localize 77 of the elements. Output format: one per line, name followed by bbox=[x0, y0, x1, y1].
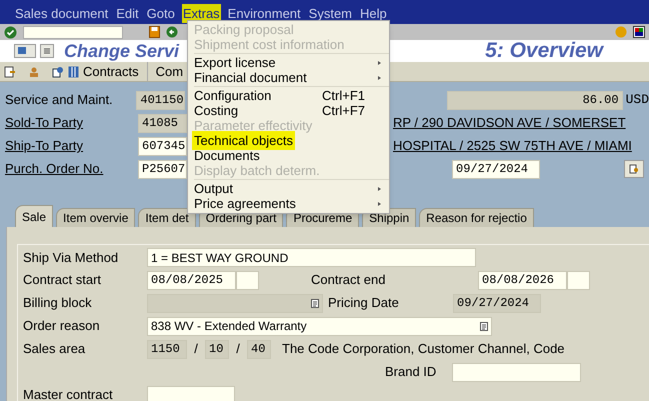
save-icon[interactable] bbox=[149, 26, 160, 38]
submenu-arrow-icon bbox=[378, 76, 381, 80]
menu-bar-item[interactable]: Help bbox=[359, 4, 388, 23]
details-icon bbox=[629, 164, 639, 174]
address-text: RP / 290 DAVIDSON AVE / SOMERSET bbox=[393, 114, 626, 132]
toolbar-button[interactable]: Com bbox=[156, 62, 184, 82]
submenu-arrow-icon bbox=[378, 186, 381, 190]
field-label: Brand ID bbox=[385, 363, 438, 382]
menu-item[interactable]: Export license bbox=[194, 55, 389, 70]
input-field[interactable]: 08/08/2026 bbox=[478, 270, 567, 290]
submenu-arrow-icon bbox=[378, 60, 381, 64]
input-field[interactable]: 1150 bbox=[147, 340, 187, 358]
address-text: HOSPITAL / 2525 SW 75TH AVE / MIAMI bbox=[393, 137, 632, 156]
input-field[interactable]: 41085 bbox=[138, 114, 187, 132]
menu-item[interactable]: Costing Ctrl+F7 bbox=[194, 103, 389, 118]
menu-bar-item[interactable]: Edit bbox=[115, 4, 140, 23]
documents-icon[interactable] bbox=[52, 66, 64, 78]
submenu-arrow-icon bbox=[378, 202, 381, 206]
layout-icon[interactable] bbox=[633, 26, 645, 38]
menu-bar-item[interactable]: Sales document bbox=[14, 4, 110, 23]
field-label: Contract start bbox=[23, 271, 102, 290]
input-field[interactable]: 401150 bbox=[136, 90, 185, 110]
check-icon[interactable] bbox=[4, 26, 17, 38]
input-field[interactable]: 607345 bbox=[138, 136, 187, 156]
details-button[interactable] bbox=[624, 160, 644, 178]
input-field[interactable]: 10 bbox=[205, 340, 229, 358]
field-label: Pricing Date bbox=[328, 294, 400, 312]
dropdown-field[interactable] bbox=[147, 294, 323, 312]
field-label: Master contract bbox=[23, 386, 114, 401]
menu-bar-item[interactable]: System bbox=[308, 4, 353, 23]
command-field[interactable] bbox=[23, 26, 123, 38]
input-field[interactable] bbox=[567, 270, 590, 290]
field-label: Sales area bbox=[23, 340, 86, 358]
menu-item[interactable]: Financial document bbox=[194, 70, 389, 85]
back-icon[interactable] bbox=[166, 26, 178, 38]
ship-to-link[interactable]: Ship-To Party bbox=[5, 136, 138, 156]
input-field[interactable]: 40 bbox=[247, 340, 271, 358]
table-icon[interactable] bbox=[68, 66, 79, 78]
sold-to-link[interactable]: Sold-To Party bbox=[5, 113, 138, 133]
purchase-order-link[interactable]: Purch. Order No. bbox=[5, 159, 138, 179]
screen-title: Change Servi bbox=[64, 40, 180, 63]
tab[interactable]: Item overvie bbox=[56, 208, 136, 227]
net-value-field[interactable]: 86.00 bbox=[446, 90, 623, 110]
list-icon[interactable] bbox=[40, 44, 54, 58]
input-field[interactable]: 08/08/2025 bbox=[147, 270, 236, 290]
menu-item[interactable]: Documents bbox=[194, 148, 389, 163]
document-icon[interactable] bbox=[4, 66, 16, 78]
input-field[interactable] bbox=[236, 270, 259, 290]
tab[interactable]: Item det bbox=[138, 208, 196, 227]
field-label: Order reason bbox=[23, 317, 101, 336]
dropdown-icon[interactable] bbox=[480, 322, 488, 330]
screen-icon[interactable] bbox=[14, 44, 36, 58]
dropdown-field[interactable]: 838 WV - Extended Warranty bbox=[147, 316, 492, 336]
separator-text: / bbox=[235, 340, 241, 358]
field-label: Billing block bbox=[23, 294, 93, 312]
menu-item[interactable]: Output bbox=[194, 181, 389, 196]
field-label: Service and Maint. bbox=[5, 91, 114, 110]
sales-area-text: The Code Corporation, Customer Channel, Code bbox=[282, 340, 565, 358]
contracts-button[interactable]: Contracts bbox=[83, 62, 148, 82]
menu-item[interactable]: Price agreements bbox=[194, 196, 389, 211]
field-label: Ship Via Method bbox=[23, 248, 120, 267]
menu-item[interactable]: Configuration Ctrl+F1 bbox=[194, 88, 389, 103]
screen-title: 5: Overview bbox=[485, 38, 603, 64]
currency-text: USD bbox=[626, 91, 649, 110]
input-field[interactable]: P25607 bbox=[138, 160, 187, 178]
tab[interactable]: Sale bbox=[15, 205, 54, 227]
input-field[interactable] bbox=[147, 386, 235, 401]
date-field[interactable]: 09/27/2024 bbox=[452, 160, 540, 178]
separator-text: / bbox=[193, 340, 199, 358]
menu-bar-item[interactable]: Goto bbox=[146, 4, 176, 23]
input-field[interactable]: 1 = BEST WAY GROUND bbox=[147, 248, 476, 267]
field-label: Contract end bbox=[311, 271, 386, 290]
menu-bar-item[interactable]: Environment bbox=[226, 4, 302, 23]
dropdown-icon[interactable] bbox=[311, 298, 319, 308]
input-field[interactable] bbox=[452, 362, 581, 382]
tab[interactable]: Reason for rejectio bbox=[419, 208, 534, 227]
input-field[interactable]: 09/27/2024 bbox=[453, 294, 541, 312]
